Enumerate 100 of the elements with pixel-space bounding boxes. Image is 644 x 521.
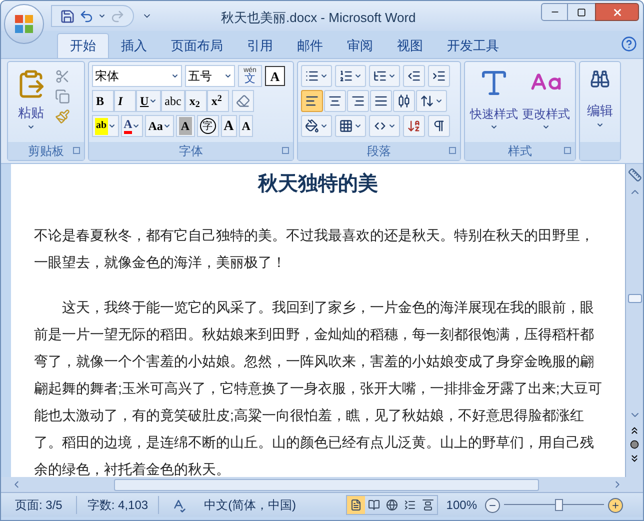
multilevel-list-icon xyxy=(373,69,387,83)
distribute-icon xyxy=(397,94,411,108)
caret-icon xyxy=(320,122,328,130)
ribbon-tab[interactable]: 开始 xyxy=(57,33,109,58)
line-spacing-button[interactable] xyxy=(416,90,447,112)
font-name-field[interactable]: 宋体 xyxy=(92,65,182,87)
view-button[interactable] xyxy=(347,496,366,514)
ruler-icon[interactable] xyxy=(628,168,642,182)
proofing-icon[interactable] xyxy=(171,498,186,512)
zoom-in-button[interactable] xyxy=(608,498,623,512)
font-style-button[interactable]: x$_{2}$ xyxy=(185,90,208,112)
view-icon xyxy=(404,499,416,511)
maximize-button[interactable] xyxy=(568,3,595,21)
distribute-button[interactable] xyxy=(393,90,415,112)
shrink-font-button[interactable]: A xyxy=(238,115,254,137)
language-status[interactable]: 中文(简体，中国) xyxy=(204,496,306,514)
justify-button[interactable] xyxy=(370,90,392,112)
caret-icon xyxy=(388,72,396,80)
multilevel-list-button[interactable] xyxy=(369,65,400,87)
caret-icon xyxy=(27,122,35,130)
align-center-icon xyxy=(328,94,342,108)
scroll-thumb[interactable] xyxy=(628,294,642,303)
highlight-button[interactable]: ab xyxy=(92,115,119,137)
window-title: 秋天也美丽.docx - Microsoft Word xyxy=(221,9,416,27)
decrease-indent-icon xyxy=(407,69,421,83)
undo-icon[interactable] xyxy=(79,8,94,24)
bullets-button[interactable] xyxy=(301,65,332,87)
horizontal-scroll-thumb[interactable] xyxy=(114,478,539,490)
font-size-field[interactable]: 五号 xyxy=(185,65,235,87)
show-marks-button[interactable] xyxy=(428,115,450,137)
next-page-icon[interactable] xyxy=(629,453,640,464)
clear-formatting-button[interactable] xyxy=(232,90,254,112)
ribbon-tab[interactable]: 视图 xyxy=(385,33,435,58)
group-label: 字体 xyxy=(179,143,203,160)
zoom-level[interactable]: 100% xyxy=(446,496,477,514)
font-style-button[interactable]: abc xyxy=(160,90,186,112)
font-color-button[interactable]: A xyxy=(120,115,144,137)
enclose-characters-button[interactable]: 字 xyxy=(196,115,219,137)
ribbon-tab[interactable]: 引用 xyxy=(235,33,285,58)
plus-icon xyxy=(611,500,620,510)
shading-button[interactable] xyxy=(301,115,332,137)
borders-button[interactable] xyxy=(335,115,366,137)
sort-button[interactable] xyxy=(403,115,425,137)
spacing-button[interactable] xyxy=(369,115,400,137)
office-button[interactable] xyxy=(4,4,44,44)
maximize-icon xyxy=(577,8,586,16)
save-icon[interactable] xyxy=(60,8,75,24)
zoom-out-button[interactable] xyxy=(485,498,500,512)
help-icon[interactable] xyxy=(621,36,637,52)
previous-page-icon[interactable] xyxy=(629,425,640,436)
font-style-button[interactable]: x$^{2}$ xyxy=(207,90,230,112)
caret-icon xyxy=(354,122,362,130)
document-heading: 秋天独特的美 xyxy=(256,170,379,197)
decrease-indent-button[interactable] xyxy=(403,65,425,87)
close-button[interactable] xyxy=(595,3,639,21)
page-count[interactable]: 页面: 3/5 xyxy=(1,496,78,514)
font-style-button[interactable]: U xyxy=(136,90,161,112)
paste-button[interactable]: 粘贴 xyxy=(11,65,51,130)
group-label: 剪贴板 xyxy=(28,143,64,160)
align-left-button[interactable] xyxy=(301,90,323,112)
bullets-icon xyxy=(305,69,319,83)
caret-icon xyxy=(354,72,362,80)
ribbon-tab[interactable]: 邮件 xyxy=(285,33,335,58)
caret-icon xyxy=(108,122,116,130)
grow-font-button[interactable]: A xyxy=(220,115,237,137)
character-shading-button[interactable]: A xyxy=(176,115,195,137)
word-count[interactable]: 字数: 4,103 xyxy=(77,496,160,514)
caret-icon xyxy=(98,12,106,20)
editing-button[interactable]: 编辑 xyxy=(583,65,617,128)
ribbon-tab[interactable]: 审阅 xyxy=(335,33,385,58)
align-right-icon xyxy=(351,94,365,108)
view-icon xyxy=(422,499,434,511)
caret-icon xyxy=(490,123,498,131)
align-right-button[interactable] xyxy=(347,90,369,112)
copy-icon[interactable] xyxy=(55,89,70,104)
caret-icon xyxy=(388,122,396,130)
sort-icon xyxy=(407,119,421,133)
view-icon xyxy=(368,499,380,511)
browse-object-icon[interactable] xyxy=(630,440,639,449)
caret-icon xyxy=(224,72,232,80)
align-center-button[interactable] xyxy=(324,90,346,112)
increase-indent-button[interactable] xyxy=(428,65,450,87)
change-case-button[interactable]: Aa xyxy=(145,115,174,137)
ribbon-tab[interactable]: 页面布局 xyxy=(159,33,235,58)
change-styles-button[interactable]: 更改样式 xyxy=(522,67,570,131)
eraser-icon xyxy=(236,94,250,108)
character-border-button[interactable]: A xyxy=(265,66,285,86)
zoom-thumb[interactable] xyxy=(555,499,563,511)
numbering-button[interactable] xyxy=(335,65,366,87)
font-style-button[interactable]: I xyxy=(114,90,136,112)
quick-styles-button[interactable]: 快速样式 xyxy=(470,67,518,131)
caret-icon xyxy=(162,122,171,130)
caret-icon xyxy=(542,123,550,131)
caret-icon xyxy=(320,72,328,80)
zoom-slider[interactable] xyxy=(504,499,604,511)
font-style-button[interactable]: B xyxy=(92,90,114,112)
ribbon-tab[interactable]: 开发工具 xyxy=(435,33,511,58)
ribbon-tab[interactable]: 插入 xyxy=(109,33,159,58)
paragraph: 这天，我终于能一览它的风采了。我回到了家乡，一片金色的海洋展现在我的眼前，眼前是一片一望无际的稻田。秋姑娘来到田野，金灿灿的稻穗，每一刻都很饱满，压得稻杆都弯了，就像一个个害羞的小姑娘。忽然，一阵风吹来，害羞的小姑娘变成了身穿金晚服的翩翩起舞的舞者;玉米可高兴了，它特意换了一身衣服，张开大嘴，一排排金牙露了出来;大豆可能也太激动了，有的竟笑破肚皮;高粱一向很怕羞，瞧，见了秋姑娘，不好意思得脸都涨红了。稻田的边境，是连绵不断的山丘。山的颜色已经有点儿泛黄。山上的野草们，用自己残余的绿色，衬托着金色的秋天。 xyxy=(34,298,602,477)
cut-icon[interactable] xyxy=(55,69,70,84)
